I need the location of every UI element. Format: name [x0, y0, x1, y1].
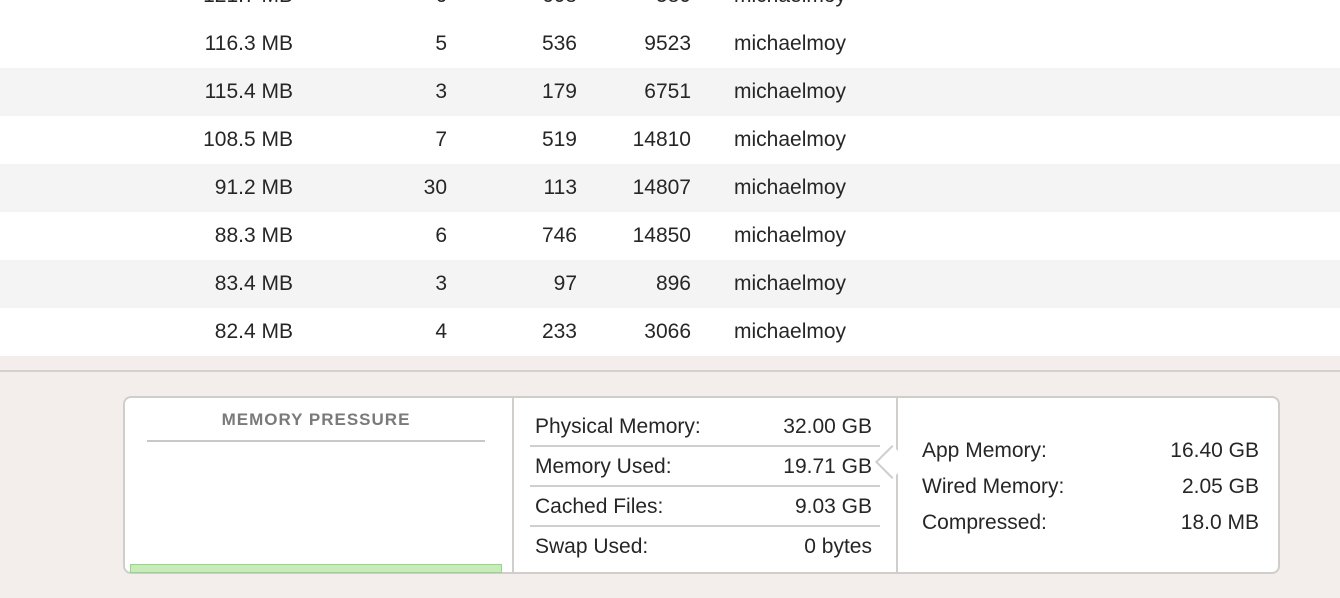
user-cell: michaelmoy: [734, 224, 847, 247]
memory-pressure-rule: [147, 440, 485, 442]
cached-files-value: 9.03 GB: [794, 495, 872, 518]
app-memory-value: 16.40 GB: [1170, 439, 1259, 462]
memory-stats: Physical Memory: 32.00 GB Memory Used: 1…: [514, 398, 898, 572]
wired-memory-value: 2.05 GB: [1181, 475, 1259, 498]
wired-memory-label: Wired Memory:: [922, 475, 1065, 498]
table-row[interactable]: 83.4 MB 3 97 896 michaelmoy: [0, 260, 1340, 308]
memory-cell: 108.5 MB: [203, 128, 293, 151]
compressed-row: Compressed: 18.0 MB: [922, 505, 1259, 541]
physical-memory-label: Physical Memory:: [535, 415, 701, 438]
ports-cell: 519: [541, 128, 577, 151]
table-row[interactable]: 116.3 MB 5 536 9523 michaelmoy: [0, 20, 1340, 68]
threads-cell: 3: [435, 272, 447, 295]
threads-cell: 6: [435, 0, 447, 20]
pid-cell: 3066: [644, 320, 691, 343]
ports-cell: 608: [542, 0, 577, 20]
user-cell: michaelmoy: [734, 272, 847, 295]
compressed-value: 18.0 MB: [1180, 511, 1259, 534]
ports-cell: 536: [541, 32, 577, 55]
threads-cell: 30: [423, 176, 447, 199]
user-cell: michaelmoy: [734, 0, 846, 20]
compressed-label: Compressed:: [922, 511, 1047, 534]
physical-memory-value: 32.00 GB: [783, 415, 872, 438]
process-table: 121.7 MB 6 608 580 michaelmoy 116.3 MB 5…: [0, 0, 1340, 356]
threads-cell: 4: [435, 320, 447, 343]
pid-cell: 14810: [632, 128, 691, 151]
table-row[interactable]: 121.7 MB 6 608 580 michaelmoy: [0, 0, 1340, 20]
memory-pressure-title: MEMORY PRESSURE: [221, 410, 411, 429]
table-row[interactable]: 88.3 MB 6 746 14850 michaelmoy: [0, 212, 1340, 260]
stat-divider: [530, 525, 880, 527]
pid-cell: 6751: [644, 80, 691, 103]
memory-used-label: Memory Used:: [535, 455, 672, 478]
stat-divider: [530, 485, 880, 487]
ports-cell: 179: [541, 80, 577, 103]
memory-cell: 88.3 MB: [214, 224, 293, 247]
swap-used-label: Swap Used:: [535, 535, 649, 558]
pid-cell: 580: [656, 0, 691, 20]
cached-files-row: Cached Files: 9.03 GB: [530, 488, 880, 526]
memory-cell: 121.7 MB: [203, 0, 293, 20]
ports-cell: 97: [553, 272, 577, 295]
memory-breakdown: App Memory: 16.40 GB Wired Memory: 2.05 …: [898, 398, 1278, 572]
user-cell: michaelmoy: [734, 32, 847, 55]
physical-memory-row: Physical Memory: 32.00 GB: [530, 408, 880, 446]
pid-cell: 9523: [644, 32, 691, 55]
table-row[interactable]: 115.4 MB 3 179 6751 michaelmoy: [0, 68, 1340, 116]
pid-cell: 14850: [632, 224, 691, 247]
memory-cell: 115.4 MB: [204, 80, 293, 103]
ports-cell: 746: [541, 224, 577, 247]
table-divider: [0, 370, 1340, 372]
pid-cell: 14807: [632, 176, 691, 199]
table-row[interactable]: 108.5 MB 7 519 14810 michaelmoy: [0, 116, 1340, 164]
table-row[interactable]: 91.2 MB 30 113 14807 michaelmoy: [0, 164, 1340, 212]
memory-summary-panel: MEMORY PRESSURE Physical Memory: 32.00 G…: [123, 396, 1280, 574]
memory-pressure-box: MEMORY PRESSURE: [125, 398, 514, 573]
app-memory-label: App Memory:: [922, 439, 1047, 462]
memory-pressure-graph: [130, 564, 502, 573]
user-cell: michaelmoy: [734, 80, 847, 103]
swap-used-row: Swap Used: 0 bytes: [530, 528, 880, 566]
ports-cell: 233: [541, 320, 577, 343]
ports-cell: 113: [543, 176, 577, 199]
stat-divider: [530, 445, 880, 447]
threads-cell: 3: [435, 80, 447, 103]
memory-cell: 116.3 MB: [204, 32, 293, 55]
table-row[interactable]: 82.4 MB 4 233 3066 michaelmoy: [0, 308, 1340, 356]
memory-cell: 91.2 MB: [214, 176, 293, 199]
threads-cell: 6: [435, 224, 447, 247]
user-cell: michaelmoy: [734, 176, 847, 199]
threads-cell: 5: [435, 32, 447, 55]
wired-memory-row: Wired Memory: 2.05 GB: [922, 469, 1259, 505]
app-memory-row: App Memory: 16.40 GB: [922, 433, 1259, 469]
memory-used-value: 19.71 GB: [783, 455, 872, 478]
pid-cell: 896: [655, 272, 691, 295]
memory-used-row: Memory Used: 19.71 GB: [530, 448, 880, 486]
memory-cell: 82.4 MB: [214, 320, 293, 343]
user-cell: michaelmoy: [734, 128, 847, 151]
memory-cell: 83.4 MB: [214, 272, 293, 295]
cached-files-label: Cached Files:: [535, 495, 664, 518]
threads-cell: 7: [435, 128, 447, 151]
user-cell: michaelmoy: [734, 320, 847, 343]
swap-used-value: 0 bytes: [804, 535, 872, 558]
